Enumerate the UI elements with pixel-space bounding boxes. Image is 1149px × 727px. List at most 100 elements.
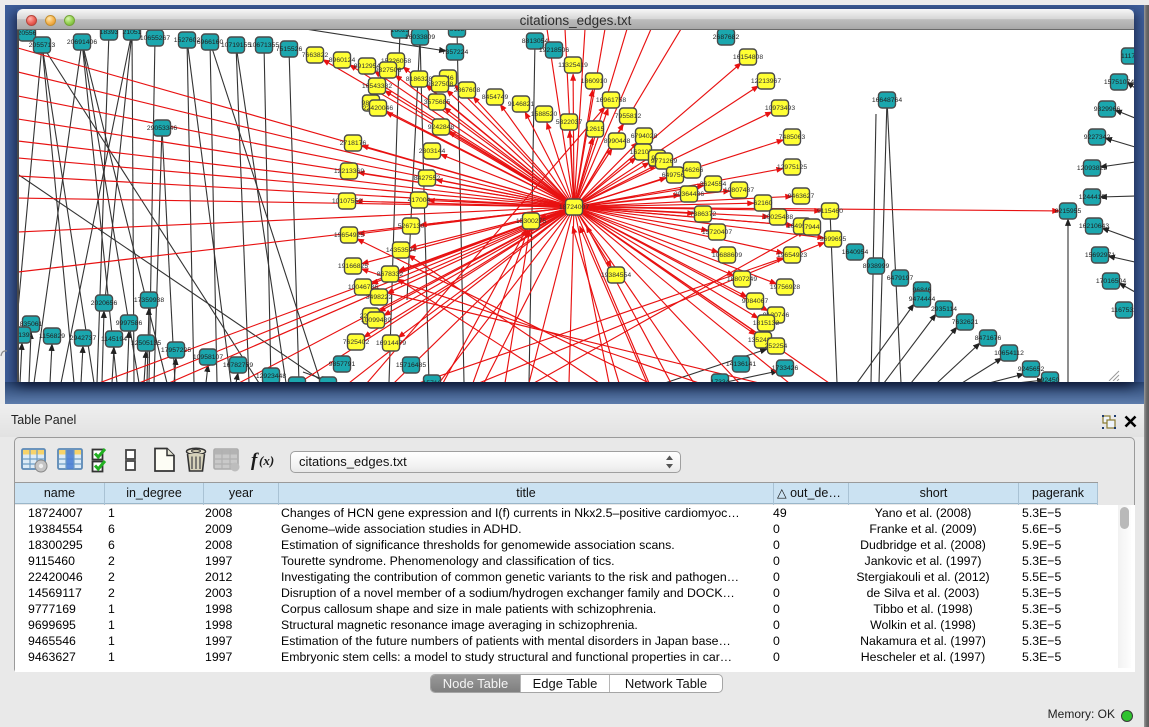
svg-text:10107552: 10107552 bbox=[332, 198, 362, 205]
svg-text:12093822: 12093822 bbox=[1077, 165, 1107, 172]
svg-text:16154808: 16154808 bbox=[733, 54, 763, 61]
svg-text:11325419: 11325419 bbox=[558, 62, 588, 69]
svg-text:16648764: 16648764 bbox=[872, 97, 902, 104]
svg-text:8471676: 8471676 bbox=[975, 335, 1002, 342]
svg-text:62160: 62160 bbox=[754, 200, 773, 207]
svg-text:10688609: 10688609 bbox=[712, 252, 742, 259]
svg-text:20691406: 20691406 bbox=[67, 39, 97, 46]
svg-text:8678332: 8678332 bbox=[377, 271, 404, 278]
svg-text:7632621: 7632621 bbox=[952, 319, 979, 326]
svg-text:15716485: 15716485 bbox=[396, 362, 426, 369]
svg-text:19756928: 19756928 bbox=[770, 284, 800, 291]
svg-text:17359938: 17359938 bbox=[134, 297, 164, 304]
svg-text:f: f bbox=[251, 450, 259, 471]
svg-text:9699695: 9699695 bbox=[820, 236, 847, 243]
svg-text:12213967: 12213967 bbox=[751, 78, 781, 85]
svg-text:16210643: 16210643 bbox=[1079, 223, 1109, 230]
svg-text:17334: 17334 bbox=[711, 379, 730, 382]
svg-text:15716: 15716 bbox=[423, 380, 442, 382]
svg-text:2020656: 2020656 bbox=[91, 300, 118, 307]
svg-text:1167532: 1167532 bbox=[1111, 307, 1134, 314]
svg-text:19384554: 19384554 bbox=[601, 272, 631, 279]
svg-text:252254: 252254 bbox=[765, 343, 788, 350]
svg-text:15300275: 15300275 bbox=[516, 218, 546, 225]
svg-text:12615: 12615 bbox=[586, 126, 605, 133]
svg-text:10973493: 10973493 bbox=[765, 105, 795, 112]
svg-text:2803144: 2803144 bbox=[419, 148, 446, 155]
svg-text:9327508: 9327508 bbox=[427, 81, 454, 88]
svg-text:5267130: 5267130 bbox=[398, 223, 425, 230]
svg-text:7386372: 7386372 bbox=[690, 211, 717, 218]
svg-text:2942737: 2942737 bbox=[70, 335, 97, 342]
svg-text:8990448: 8990448 bbox=[604, 138, 631, 145]
svg-text:21051: 21051 bbox=[123, 30, 142, 36]
svg-text:8215955: 8215955 bbox=[1055, 208, 1082, 215]
svg-text:29053346: 29053346 bbox=[147, 125, 177, 132]
svg-text:9084067: 9084067 bbox=[742, 298, 769, 305]
svg-text:12975125: 12975125 bbox=[777, 164, 807, 171]
svg-text:7515526: 7515526 bbox=[276, 46, 303, 53]
svg-text:18724007: 18724007 bbox=[559, 204, 589, 211]
svg-text:19218506: 19218506 bbox=[539, 47, 569, 54]
svg-text:16782759: 16782759 bbox=[223, 362, 253, 369]
svg-text:17957225: 17957225 bbox=[161, 347, 191, 354]
svg-text:10654112: 10654112 bbox=[994, 350, 1024, 357]
svg-text:(x): (x) bbox=[259, 453, 274, 468]
svg-text:3498222: 3498222 bbox=[366, 294, 393, 301]
svg-text:18807249: 18807249 bbox=[727, 276, 757, 283]
svg-text:1156829: 1156829 bbox=[39, 333, 65, 340]
svg-text:7944: 7944 bbox=[804, 224, 819, 231]
svg-text:9327506: 9327506 bbox=[375, 67, 402, 74]
svg-text:3624554: 3624554 bbox=[700, 181, 727, 188]
svg-text:3115: 3115 bbox=[450, 30, 465, 33]
svg-text:14353594: 14353594 bbox=[386, 247, 416, 254]
svg-text:17016504: 17016504 bbox=[1096, 278, 1126, 285]
svg-text:8938999: 8938999 bbox=[863, 263, 890, 270]
svg-text:10958107: 10958107 bbox=[193, 354, 223, 361]
svg-text:19654925: 19654925 bbox=[334, 232, 364, 239]
svg-text:417004: 417004 bbox=[408, 197, 431, 204]
svg-text:3575685: 3575685 bbox=[424, 99, 451, 106]
svg-text:746266: 746266 bbox=[681, 167, 704, 174]
svg-text:9146821: 9146821 bbox=[508, 101, 535, 108]
svg-text:10671355: 10671355 bbox=[249, 42, 279, 49]
svg-text:6794028: 6794028 bbox=[631, 133, 658, 140]
svg-text:9857791: 9857791 bbox=[329, 361, 356, 368]
svg-text:2718176: 2718176 bbox=[340, 140, 367, 147]
svg-text:391391: 391391 bbox=[19, 332, 34, 339]
svg-text:14136141: 14136141 bbox=[726, 361, 756, 368]
svg-text:9474444: 9474444 bbox=[909, 296, 936, 303]
svg-text:7663822: 7663822 bbox=[302, 52, 329, 59]
svg-text:1733426: 1733426 bbox=[772, 365, 799, 372]
svg-text:9329966: 9329966 bbox=[1094, 106, 1121, 113]
svg-text:8454749: 8454749 bbox=[482, 94, 509, 101]
svg-text:19166825: 19166825 bbox=[338, 263, 368, 270]
svg-text:8960124: 8960124 bbox=[329, 57, 356, 64]
svg-text:7357224: 7357224 bbox=[442, 49, 469, 56]
svg-text:1640954: 1640954 bbox=[842, 249, 869, 256]
svg-text:9115460: 9115460 bbox=[817, 208, 843, 215]
svg-text:15692971: 15692971 bbox=[1085, 252, 1115, 259]
svg-text:1244415: 1244415 bbox=[1079, 194, 1106, 201]
svg-text:7625402: 7625402 bbox=[343, 339, 370, 346]
svg-text:9771269: 9771269 bbox=[651, 158, 678, 165]
svg-text:2055713: 2055713 bbox=[29, 42, 56, 49]
svg-text:18393: 18393 bbox=[100, 30, 119, 36]
svg-text:92450: 92450 bbox=[1041, 377, 1060, 382]
svg-text:1860910: 1860910 bbox=[581, 78, 608, 85]
svg-text:11174: 11174 bbox=[1121, 53, 1134, 60]
svg-text:2867608: 2867608 bbox=[454, 87, 481, 94]
svg-text:10655267: 10655267 bbox=[140, 35, 170, 42]
svg-text:20364436: 20364436 bbox=[674, 191, 704, 198]
svg-text:1588520: 1588520 bbox=[531, 111, 558, 118]
svg-text:1815132: 1815132 bbox=[753, 320, 780, 327]
svg-text:6966160: 6966160 bbox=[197, 39, 224, 46]
svg-text:7485063: 7485063 bbox=[779, 134, 806, 141]
svg-text:12213369: 12213369 bbox=[334, 168, 364, 175]
svg-text:9242848: 9242848 bbox=[428, 124, 455, 131]
svg-text:2935114: 2935114 bbox=[931, 306, 957, 313]
svg-text:1145194: 1145194 bbox=[101, 336, 127, 343]
svg-text:10807487: 10807487 bbox=[724, 187, 754, 194]
svg-text:16914479: 16914479 bbox=[376, 340, 406, 347]
svg-text:9227342: 9227342 bbox=[1084, 134, 1111, 141]
